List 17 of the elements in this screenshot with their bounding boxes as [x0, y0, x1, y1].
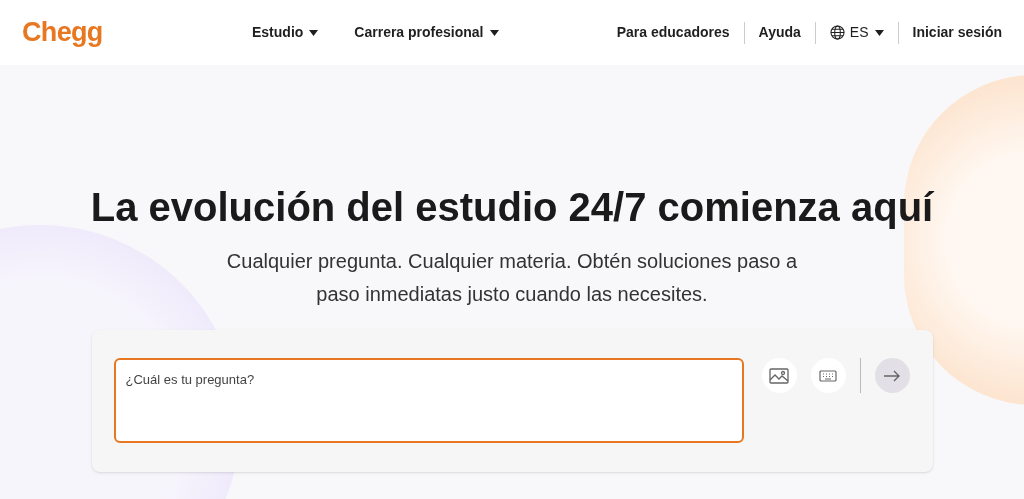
- arrow-right-icon: [883, 369, 901, 382]
- caret-icon: [874, 29, 884, 36]
- nav-link[interactable]: Ayuda: [758, 22, 801, 43]
- hero-title: La evolución del estudio 24/7 comienza aquí: [90, 184, 934, 231]
- keyboard-button[interactable]: [810, 358, 846, 393]
- language-selector[interactable]: ES: [829, 22, 884, 43]
- image-upload-button[interactable]: [761, 358, 797, 393]
- keyboard-icon: [819, 369, 837, 382]
- hero-subtitle: Cualquier pregunta. Cualquier materia. Obtén soluciones paso a paso inmediatas justo cuando las necesites.: [225, 249, 799, 307]
- submit-button[interactable]: [874, 358, 910, 393]
- image-icon: [769, 367, 789, 384]
- nav-link[interactable]: Para educadores: [616, 22, 730, 43]
- question-field[interactable]: ¿Cuál es tu pregunta?: [113, 358, 744, 443]
- nav-menu-link[interactable]: Carrera profesional: [354, 22, 499, 43]
- sign-in-link[interactable]: Iniciar sesión: [912, 22, 1002, 43]
- nav-menu-link[interactable]: Estudio: [252, 22, 319, 43]
- globe-icon: [829, 25, 845, 40]
